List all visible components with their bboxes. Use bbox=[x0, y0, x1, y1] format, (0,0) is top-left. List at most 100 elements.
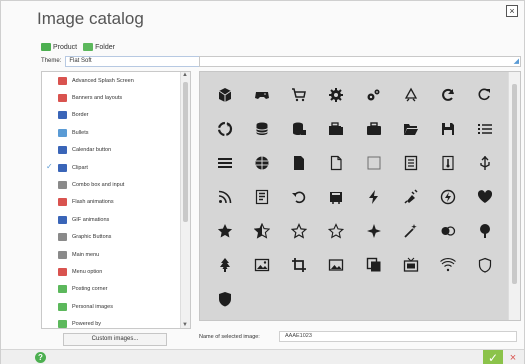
list-item[interactable]: ✓ Clipart bbox=[42, 159, 180, 176]
list-item[interactable]: Bullets bbox=[42, 124, 180, 141]
image-search-input[interactable]: ◢ bbox=[199, 56, 521, 67]
briefcase-icon-glyph bbox=[366, 122, 381, 135]
thermometer-icon-glyph bbox=[442, 155, 454, 171]
list-item-label: Combo box and input bbox=[72, 182, 125, 189]
server-icon[interactable] bbox=[243, 146, 280, 180]
tree-icon[interactable] bbox=[467, 214, 504, 248]
category-icon bbox=[58, 198, 67, 207]
check-icon: ✓ bbox=[46, 161, 53, 171]
crop-icon-glyph bbox=[292, 258, 307, 272]
heart-icon[interactable] bbox=[467, 180, 504, 214]
crop-icon[interactable] bbox=[281, 248, 318, 282]
gear-icon[interactable] bbox=[318, 78, 355, 112]
wifi-icon-glyph bbox=[440, 258, 456, 272]
cubes-icon[interactable] bbox=[206, 78, 243, 112]
usb-icon[interactable] bbox=[467, 146, 504, 180]
picture-icon-glyph bbox=[329, 259, 344, 271]
category-list[interactable]: Advanced Splash Screen Banners and layout… bbox=[41, 71, 191, 329]
list-item[interactable]: Calendar button bbox=[42, 142, 180, 159]
list-item[interactable]: Menu option bbox=[42, 263, 180, 280]
undo-icon-glyph bbox=[292, 191, 306, 204]
list-item[interactable]: Flash animations bbox=[42, 194, 180, 211]
database-alt-icon[interactable] bbox=[281, 112, 318, 146]
product-icon bbox=[41, 43, 51, 51]
shield-icon[interactable] bbox=[206, 282, 243, 316]
magic-wand-icon[interactable] bbox=[392, 214, 429, 248]
save-icon[interactable] bbox=[430, 112, 467, 146]
list-item[interactable]: Main menu bbox=[42, 246, 180, 263]
gears-icon[interactable] bbox=[355, 78, 392, 112]
window-close-button[interactable]: × bbox=[506, 5, 518, 17]
list-item[interactable]: Posting corner bbox=[42, 281, 180, 298]
theme-row: Theme: Flat Soft ◢ bbox=[41, 55, 214, 67]
picture-icon[interactable] bbox=[318, 248, 355, 282]
pine-tree-icon[interactable] bbox=[206, 248, 243, 282]
tab-product[interactable]: Product bbox=[41, 43, 77, 51]
tab-folder[interactable]: Folder bbox=[83, 43, 115, 51]
document-text-icon[interactable] bbox=[243, 180, 280, 214]
list-item[interactable]: GIF animations bbox=[42, 211, 180, 228]
star-icon[interactable] bbox=[206, 214, 243, 248]
list-item[interactable]: Powered by bbox=[42, 315, 180, 328]
rss-icon-glyph bbox=[218, 190, 231, 204]
sparkle-icon[interactable] bbox=[355, 214, 392, 248]
icon-grid-scrollbar[interactable] bbox=[508, 72, 520, 320]
selected-image-field[interactable]: AAAE1023 bbox=[279, 331, 517, 342]
recycle-outline-icon[interactable] bbox=[392, 78, 429, 112]
ok-button[interactable]: ✓ bbox=[483, 350, 503, 364]
star-outline-alt-icon[interactable] bbox=[318, 214, 355, 248]
recycle-icon[interactable] bbox=[206, 112, 243, 146]
custom-images-button[interactable]: Custom images... bbox=[63, 333, 167, 346]
help-icon[interactable]: ? bbox=[35, 352, 46, 363]
rss-icon[interactable] bbox=[206, 180, 243, 214]
truck-icon[interactable] bbox=[318, 180, 355, 214]
theme-select[interactable]: Flat Soft ◢ bbox=[65, 55, 214, 67]
gamepad-icon[interactable] bbox=[243, 78, 280, 112]
scrollbar-thumb[interactable] bbox=[512, 84, 517, 284]
menu-icon[interactable] bbox=[206, 146, 243, 180]
file-outline-icon[interactable] bbox=[318, 146, 355, 180]
folder-open-icon[interactable] bbox=[392, 112, 429, 146]
list-item[interactable]: Border bbox=[42, 107, 180, 124]
briefcase-stack-icon[interactable] bbox=[318, 112, 355, 146]
list-item[interactable]: Graphic Buttons bbox=[42, 229, 180, 246]
bolt-icon[interactable] bbox=[355, 180, 392, 214]
scroll-down-icon[interactable]: ▼ bbox=[182, 322, 188, 328]
category-icon bbox=[58, 302, 67, 311]
tv-icon[interactable] bbox=[392, 248, 429, 282]
file-icon[interactable] bbox=[281, 146, 318, 180]
thermometer-icon[interactable] bbox=[430, 146, 467, 180]
refresh-icon[interactable] bbox=[430, 78, 467, 112]
category-list-items: Advanced Splash Screen Banners and layout… bbox=[42, 72, 180, 328]
usb-icon-glyph bbox=[480, 156, 491, 170]
list-icon[interactable] bbox=[467, 112, 504, 146]
star-outline-icon[interactable] bbox=[281, 214, 318, 248]
document-lines-icon[interactable] bbox=[392, 146, 429, 180]
scrollbar-thumb[interactable] bbox=[183, 82, 188, 222]
square-outline-icon[interactable] bbox=[355, 146, 392, 180]
list-item[interactable]: Personal images bbox=[42, 298, 180, 315]
cancel-button[interactable]: × bbox=[505, 350, 521, 364]
list-item[interactable]: Banners and layouts bbox=[42, 89, 180, 106]
scroll-up-icon[interactable]: ▲ bbox=[182, 72, 188, 78]
toggle-icon[interactable] bbox=[430, 214, 467, 248]
shield-outline-icon[interactable] bbox=[467, 248, 504, 282]
wifi-icon[interactable] bbox=[430, 248, 467, 282]
list-item[interactable]: Advanced Splash Screen bbox=[42, 72, 180, 89]
rotate-right-icon[interactable] bbox=[467, 78, 504, 112]
undo-icon[interactable] bbox=[281, 180, 318, 214]
icon-grid-cells bbox=[200, 72, 508, 320]
image-icon[interactable] bbox=[243, 248, 280, 282]
copy-icon[interactable] bbox=[355, 248, 392, 282]
list-item[interactable]: Combo box and input bbox=[42, 176, 180, 193]
database-icon[interactable] bbox=[243, 112, 280, 146]
star-half-icon[interactable] bbox=[243, 214, 280, 248]
folder-open-icon-glyph bbox=[403, 124, 418, 135]
power-plug-icon[interactable] bbox=[392, 180, 429, 214]
copy-icon-glyph bbox=[366, 257, 381, 272]
shopping-cart-icon[interactable] bbox=[281, 78, 318, 112]
category-list-scrollbar[interactable]: ▲ ▼ bbox=[180, 72, 190, 328]
bolt-circle-icon[interactable] bbox=[430, 180, 467, 214]
gamepad-icon-glyph bbox=[254, 92, 269, 99]
briefcase-icon[interactable] bbox=[355, 112, 392, 146]
